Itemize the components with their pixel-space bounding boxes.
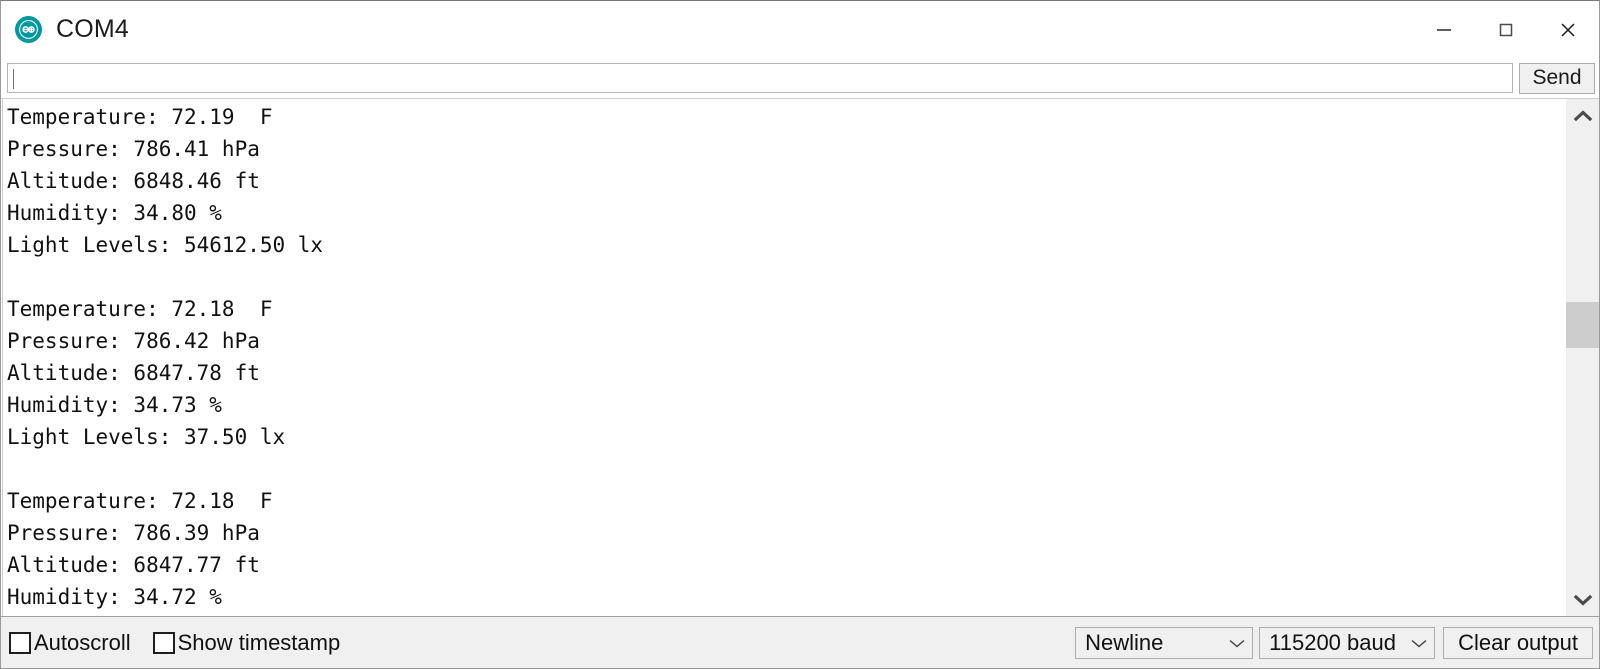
console-line: Humidity: 34.73 % [7, 393, 222, 417]
line-ending-select[interactable]: Newline [1075, 626, 1254, 659]
scroll-down-button[interactable] [1566, 583, 1599, 616]
chevron-down-icon [1228, 637, 1246, 649]
status-bar: Autoscroll Show timestamp Newline 115200… [1, 616, 1599, 668]
console-line: Temperature: 72.18 F [7, 489, 273, 513]
arduino-logo-icon [15, 16, 42, 43]
chevron-down-icon [1410, 637, 1428, 649]
show-timestamp-checkbox[interactable] [152, 631, 175, 654]
maximize-button[interactable] [1475, 1, 1537, 58]
autoscroll-checkbox-group[interactable]: Autoscroll [9, 630, 131, 656]
show-timestamp-checkbox-group[interactable]: Show timestamp [152, 629, 341, 656]
autoscroll-checkbox[interactable] [9, 631, 31, 654]
console-line: Light Levels: 54612.50 lx [7, 233, 324, 257]
window-title: COM4 [56, 15, 130, 43]
serial-output-console[interactable]: Temperature: 72.19 F Pressure: 786.41 hPa… [2, 99, 1565, 616]
send-button[interactable]: Send [1519, 62, 1595, 94]
autoscroll-label: Autoscroll [34, 629, 131, 655]
baud-rate-select[interactable]: 115200 baud [1259, 626, 1436, 659]
console-area: Temperature: 72.19 F Pressure: 786.41 hPa… [1, 98, 1599, 616]
console-line: Altitude: 6847.77 ft [7, 553, 260, 577]
scroll-up-button[interactable] [1566, 99, 1599, 132]
console-line: Temperature: 72.19 F [7, 105, 273, 129]
serial-monitor-window: COM4 Send Temperature: 72.19 F Pressure:… [0, 0, 1600, 669]
scrollbar-track[interactable] [1566, 132, 1599, 583]
console-line: Humidity: 34.72 % [7, 585, 222, 609]
console-line: Light Levels: 37.50 lx [7, 425, 286, 449]
console-line: Altitude: 6847.78 ft [7, 361, 260, 385]
console-line: Pressure: 786.39 hPa [7, 521, 260, 545]
clear-output-button[interactable]: Clear output [1443, 626, 1593, 659]
console-line: Pressure: 786.41 hPa [7, 137, 260, 161]
title-bar: COM4 [1, 1, 1599, 58]
baud-rate-value: 115200 baud [1269, 629, 1396, 655]
serial-send-input[interactable] [7, 63, 1513, 93]
console-line: Temperature: 72.18 F [7, 297, 273, 321]
title-bar-left: COM4 [1, 15, 129, 44]
window-controls [1413, 1, 1599, 58]
console-line: Pressure: 786.42 hPa [7, 329, 260, 353]
scrollbar-thumb[interactable] [1566, 302, 1599, 348]
close-button[interactable] [1537, 1, 1599, 58]
console-line: Humidity: 34.80 % [7, 201, 222, 225]
send-row: Send [1, 58, 1599, 98]
console-scrollbar[interactable] [1565, 99, 1599, 616]
line-ending-value: Newline [1085, 629, 1164, 655]
console-line: Altitude: 6848.46 ft [7, 169, 260, 193]
text-caret [13, 69, 14, 89]
show-timestamp-label: Show timestamp [177, 629, 341, 655]
minimize-button[interactable] [1413, 1, 1475, 58]
